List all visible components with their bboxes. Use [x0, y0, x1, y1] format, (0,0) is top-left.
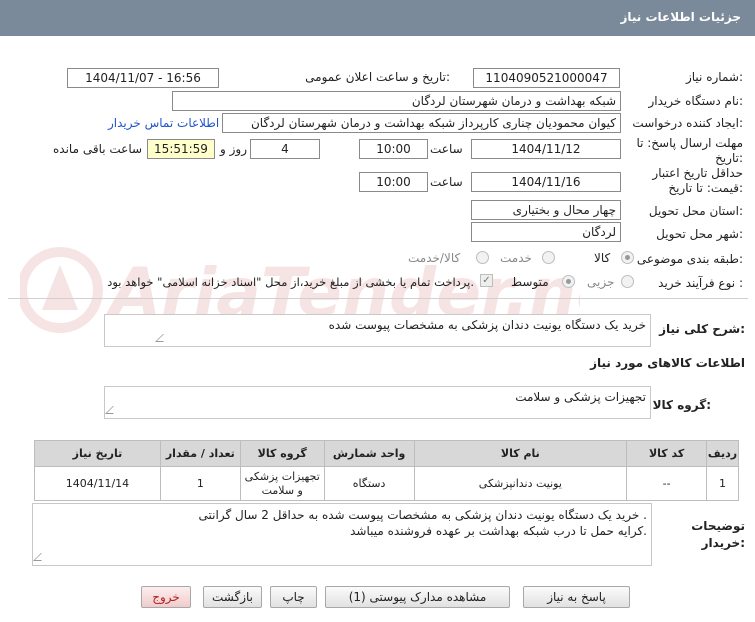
price-validity-date: 1404/11/16	[471, 172, 621, 192]
cell-row-number: 1	[706, 466, 739, 501]
price-time-label: ساعت	[430, 175, 463, 189]
back-button[interactable]: بازگشت	[203, 586, 262, 608]
cell-group: تجهیزات پزشکی و سلامت	[239, 466, 325, 501]
remaining-label: ساعت باقی مانده	[53, 142, 143, 156]
process-radio-medium[interactable]	[562, 275, 575, 288]
buyer-notes-label: توضیحات خریدار:	[691, 519, 745, 550]
reply-button[interactable]: پاسخ به نیاز	[523, 586, 630, 608]
treasury-note: پرداخت تمام یا بخشی از مبلغ خرید،از محل …	[107, 275, 474, 289]
need-number-field: 1104090521000047	[473, 68, 620, 88]
col-header-code: کد کالا	[626, 440, 708, 467]
category-option-goods-service: کالا/خدمت	[408, 251, 461, 265]
buyer-notes-line2: کرایه حمل تا درب شبکه بهداشت بر عهده فرو…	[350, 524, 647, 538]
goods-group-text: تجهیزات پزشکی و سلامت	[515, 390, 646, 404]
exit-button[interactable]: خروج	[141, 586, 191, 608]
goods-info-title: اطلاعات کالاهای مورد نیاز	[590, 356, 745, 370]
col-header-group: گروه کالا	[239, 440, 325, 467]
goods-group-label: گروه کالا:	[652, 398, 711, 412]
table-row[interactable]: 1 -- یونیت دندانپزشکی دستگاه تجهیزات پزش…	[34, 466, 739, 501]
summary-text: خرید یک دستگاه یونیت دندان پزشکی به مشخص…	[328, 318, 646, 332]
process-option-medium: متوسط	[511, 275, 549, 289]
remaining-time: 15:51:59	[147, 139, 215, 159]
buyer-org-label: نام دستگاه خریدار:	[648, 94, 744, 108]
summary-textarea[interactable]: خرید یک دستگاه یونیت دندان پزشکی به مشخص…	[104, 314, 651, 347]
resize-grip-icon[interactable]	[33, 553, 49, 561]
category-option-service: خدمت	[500, 251, 532, 265]
buyer-org-field: شبکه بهداشت و درمان شهرستان لردگان	[172, 91, 621, 111]
goods-group-textarea[interactable]: تجهیزات پزشکی و سلامت	[104, 386, 651, 419]
resize-grip-icon[interactable]	[155, 334, 171, 342]
buyer-contact-link[interactable]: اطلاعات تماس خریدار	[108, 116, 219, 130]
reply-deadline-date: 1404/11/12	[471, 139, 621, 159]
reply-time-label: ساعت	[430, 142, 463, 156]
col-header-row-number: ردیف	[706, 440, 739, 467]
page-title: جزئیات اطلاعات نیاز	[620, 10, 741, 24]
reply-deadline-time: 10:00	[359, 139, 428, 159]
col-header-quantity: تعداد / مقدار	[159, 440, 241, 467]
requester-label: ایجاد کننده درخواست:	[632, 116, 743, 130]
process-option-minor: جزیی	[587, 275, 615, 289]
cell-code: --	[626, 466, 708, 501]
cell-unit: دستگاه	[323, 466, 415, 501]
cell-need-date: 1404/11/14	[34, 466, 161, 501]
category-radio-goods-service[interactable]	[476, 251, 489, 264]
col-header-unit: واحد شمارش	[323, 440, 415, 467]
summary-label: شرح کلی نیاز:	[659, 322, 745, 336]
price-validity-label: حداقل تاریخ اعتبار قیمت: تا تاریخ:	[652, 166, 743, 195]
category-radio-service[interactable]	[542, 251, 555, 264]
reply-deadline-label: مهلت ارسال پاسخ: تا تاریخ:	[636, 136, 743, 165]
announce-datetime-label: تاریخ و ساعت اعلان عمومی:	[305, 70, 450, 84]
resize-grip-icon[interactable]	[105, 406, 121, 414]
view-attachments-button[interactable]: مشاهده مدارک پیوستی (1)	[325, 586, 510, 608]
col-header-name: نام کالا	[413, 440, 628, 467]
category-radio-goods[interactable]	[621, 251, 634, 264]
category-label: طبقه بندی موضوعی:	[636, 252, 743, 266]
treasury-checkbox[interactable]: ✓	[480, 274, 493, 287]
days-label: روز و	[220, 142, 247, 156]
print-button[interactable]: چاپ	[270, 586, 317, 608]
col-header-need-date: تاریخ نیاز	[34, 440, 161, 467]
province-field: چهار محال و بختیاری	[471, 200, 621, 220]
cell-quantity: 1	[159, 466, 241, 501]
remaining-days: 4	[250, 139, 320, 159]
buyer-notes-textarea[interactable]: خرید یک دستگاه یونیت دندان پزشکی به مشخص…	[32, 503, 652, 566]
items-table: ردیف کد کالا نام کالا واحد شمارش گروه کا…	[34, 440, 739, 501]
need-number-label: شماره نیاز:	[685, 70, 743, 84]
cell-name: یونیت دندانپزشکی	[413, 466, 628, 501]
price-validity-time: 10:00	[359, 172, 428, 192]
process-radio-minor[interactable]	[621, 275, 634, 288]
category-option-goods: کالا	[594, 251, 611, 265]
process-type-label: نوع فرآیند خرید :	[658, 276, 743, 290]
province-label: استان محل تحویل:	[648, 204, 743, 218]
announce-datetime-field: 1404/11/07 - 16:56	[67, 68, 219, 88]
requester-field: کیوان محمودیان چناری کارپرداز شبکه بهداش…	[222, 113, 621, 133]
section-divider	[8, 298, 748, 299]
city-field: لردگان	[471, 222, 621, 242]
table-header-row: ردیف کد کالا نام کالا واحد شمارش گروه کا…	[34, 440, 739, 467]
buyer-notes-line1: خرید یک دستگاه یونیت دندان پزشکی به مشخص…	[198, 508, 647, 522]
city-label: شهر محل تحویل:	[656, 227, 743, 241]
